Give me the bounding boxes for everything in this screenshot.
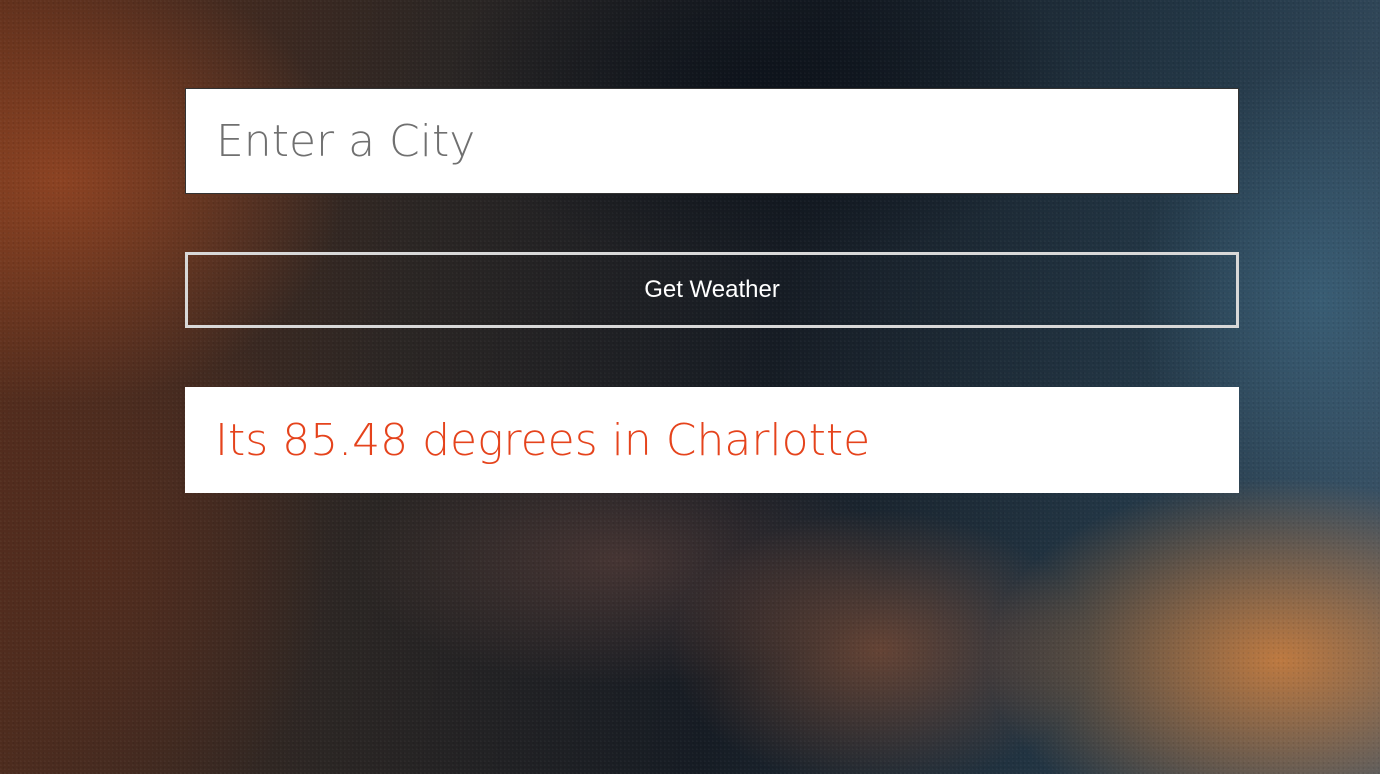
weather-result-box: Its 85.48 degrees in Charlotte [185,387,1239,493]
city-input[interactable] [185,88,1239,194]
get-weather-button[interactable]: Get Weather [185,252,1239,328]
weather-result-text: Its 85.48 degrees in Charlotte [215,414,871,466]
